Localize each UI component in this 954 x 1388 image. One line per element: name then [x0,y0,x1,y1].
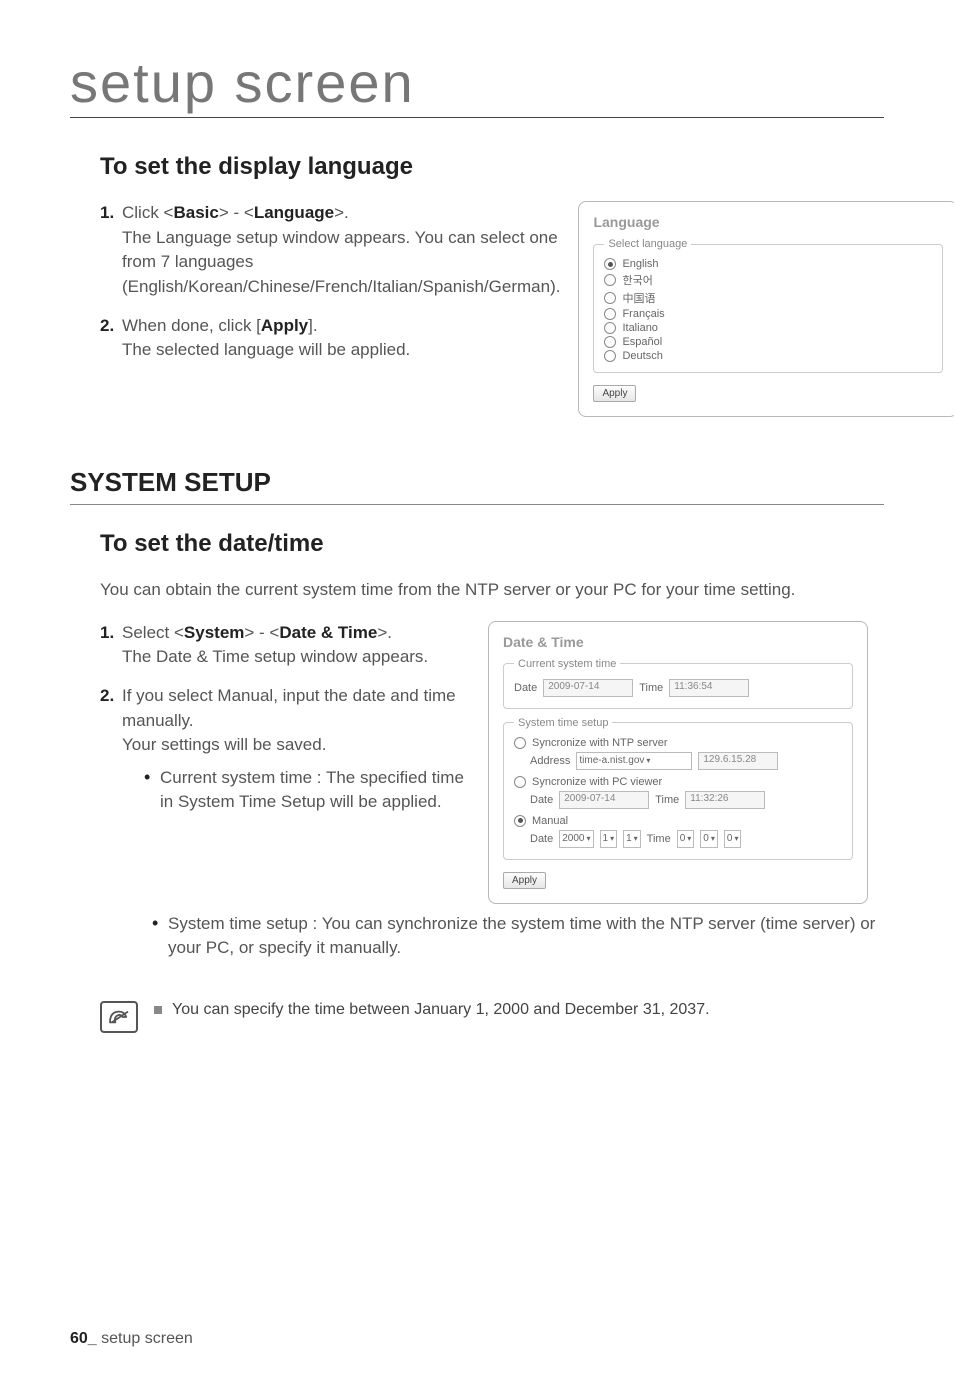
radio-icon [604,336,616,348]
radio-icon [604,274,616,286]
chevron-down-icon: ▾ [634,834,638,843]
bullet-current-time: Current system time : The specified time… [144,766,470,815]
date-label: Date [530,833,553,845]
manual-year-select[interactable]: 2000▾ [559,830,593,848]
heading-system-setup: SYSTEM SETUP [70,467,884,505]
lang-option-english[interactable]: English [604,258,932,270]
step-number: 1. [100,201,114,226]
panel-title: Language [593,214,943,230]
manual-option[interactable]: Manual [514,815,842,827]
current-date-field: 2009-07-14 [543,679,633,697]
chevron-down-icon: ▾ [711,834,715,843]
radio-icon [604,322,616,334]
dt-steps: 1. Select <System> - <Date & Time>. The … [100,621,470,815]
chevron-down-icon: ▾ [587,834,591,843]
bullet-system-time-setup: System time setup : You can synchronize … [152,912,884,961]
lang-step-1: 1. Click <Basic> - <Language>. The Langu… [100,201,560,300]
radio-icon [514,737,526,749]
pc-time-field: 11:32:26 [685,791,765,809]
manual-day-select[interactable]: 1▾ [623,830,641,848]
step-number: 2. [100,684,114,709]
manual-hour-select[interactable]: 0▾ [677,830,695,848]
radio-icon [604,292,616,304]
current-time-field: 11:36:54 [669,679,749,697]
date-time-panel: Date & Time Current system time Date 200… [488,621,868,904]
note-icon [100,1001,138,1033]
address-label: Address [530,755,570,767]
lang-steps: 1. Click <Basic> - <Language>. The Langu… [100,201,560,363]
page-number: 60_ [70,1330,97,1347]
note-text: You can specify the time between January… [154,1001,710,1019]
ntp-ip-field: 129.6.15.28 [698,752,778,770]
chapter-title: setup screen [70,50,884,118]
chevron-down-icon: ▾ [687,834,691,843]
date-time-intro: You can obtain the current system time f… [100,578,884,603]
lang-step-2: 2. When done, click [Apply]. The selecte… [100,314,560,363]
radio-icon [604,258,616,270]
date-label: Date [530,794,553,806]
ntp-address-select[interactable]: time-a.nist.gov▾ [576,752,692,770]
radio-icon [514,815,526,827]
date-label: Date [514,682,537,694]
page-footer: 60_ setup screen [70,1330,193,1348]
radio-icon [604,350,616,362]
language-panel: Language Select language English 한국어 中国语… [578,201,954,417]
ntp-option[interactable]: Syncronize with NTP server [514,737,842,749]
lang-option-francais[interactable]: Français [604,308,932,320]
heading-display-language: To set the display language [100,153,884,181]
time-label: Time [647,833,671,845]
time-label: Time [655,794,679,806]
radio-icon [604,308,616,320]
apply-button[interactable]: Apply [593,385,636,402]
step-number: 1. [100,621,114,646]
manual-sec-select[interactable]: 0▾ [724,830,742,848]
note-row: You can specify the time between January… [100,1001,884,1033]
lang-option-italiano[interactable]: Italiano [604,322,932,334]
square-bullet-icon [154,1006,162,1014]
select-language-group: Select language English 한국어 中国语 Français… [593,238,943,373]
pc-option[interactable]: Syncronize with PC viewer [514,776,842,788]
lang-option-korean[interactable]: 한국어 [604,272,932,288]
chevron-down-icon: ▾ [734,834,738,843]
lang-option-chinese[interactable]: 中国语 [604,290,932,306]
system-time-setup-group: System time setup Syncronize with NTP se… [503,717,853,860]
manual-month-select[interactable]: 1▾ [600,830,618,848]
panel-title: Date & Time [503,634,853,650]
dt-step-2: 2. If you select Manual, input the date … [100,684,470,815]
select-language-legend: Select language [604,238,691,250]
radio-icon [514,776,526,788]
dt-step-1: 1. Select <System> - <Date & Time>. The … [100,621,470,670]
pc-date-field: 2009-07-14 [559,791,649,809]
step-number: 2. [100,314,114,339]
chevron-down-icon: ▾ [646,756,650,765]
chevron-down-icon: ▾ [610,834,614,843]
system-time-setup-legend: System time setup [514,717,612,729]
heading-date-time: To set the date/time [100,530,884,558]
footer-label: setup screen [97,1330,193,1347]
current-system-time-group: Current system time Date 2009-07-14 Time… [503,658,853,709]
current-system-time-legend: Current system time [514,658,620,670]
time-label: Time [639,682,663,694]
apply-button[interactable]: Apply [503,872,546,889]
manual-min-select[interactable]: 0▾ [700,830,718,848]
lang-option-espanol[interactable]: Español [604,336,932,348]
lang-option-deutsch[interactable]: Deutsch [604,350,932,362]
